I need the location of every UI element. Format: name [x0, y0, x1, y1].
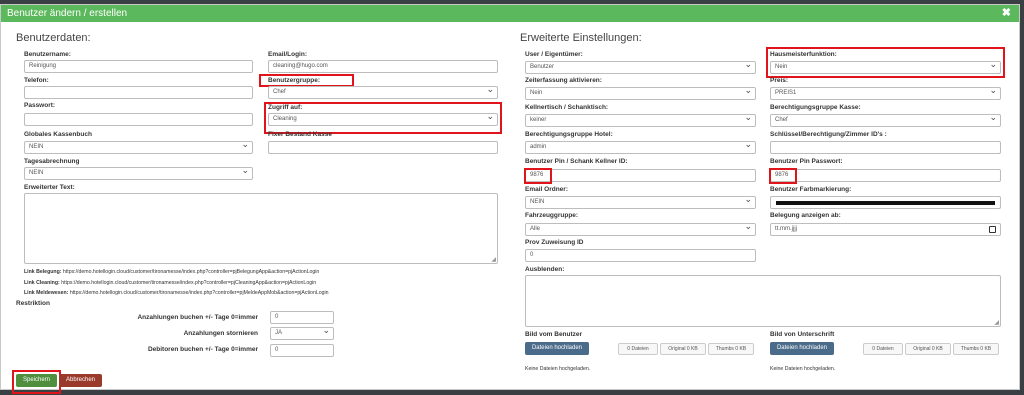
belegung-date-input[interactable]: tt.mm.jjjj: [770, 223, 1001, 236]
preis-select[interactable]: PREIS1: [770, 87, 1001, 100]
zeiterfassung-label: Zeiterfassung aktivieren:: [525, 77, 602, 84]
kellnertisch-select[interactable]: keiner: [525, 114, 756, 127]
stat-dateien-benutzer: 0 Dateien: [618, 343, 658, 355]
link-meldewesen-name: Link Meldewesen:: [24, 290, 69, 296]
link-cleaning-name: Link Cleaning:: [24, 280, 60, 286]
upload-unterschrift-button[interactable]: Dateien hochladen: [770, 342, 834, 355]
ausblenden-area[interactable]: ◢: [525, 275, 1001, 327]
erweiterter-text-label: Erweiterter Text:: [24, 184, 75, 191]
fixer-bestand-input[interactable]: [268, 141, 498, 154]
pin-label: Benutzer Pin / Schank Kellner ID:: [525, 158, 628, 165]
debitoren-input[interactable]: 0: [270, 344, 334, 357]
hausmeister-label: Hausmeisterfunktion:: [770, 51, 837, 58]
zugriff-select[interactable]: Cleaning: [268, 113, 498, 126]
link-cleaning-url[interactable]: https://demo.hotellogin.cloud/customer/t…: [61, 280, 316, 286]
zeiterfassung-select[interactable]: Nein: [525, 87, 756, 100]
farbmarkierung-input[interactable]: [770, 196, 1001, 209]
upload-benutzer-button[interactable]: Dateien hochladen: [525, 342, 589, 355]
globales-kassenbuch-label: Globales Kassenbuch: [24, 131, 92, 138]
calendar-icon[interactable]: [989, 226, 996, 233]
bild-unterschrift-label: Bild von Unterschrift: [770, 331, 835, 338]
kellnertisch-label: Kellnertisch / Schanktisch:: [525, 104, 609, 111]
erweiterter-text-area[interactable]: ◢: [24, 193, 498, 264]
email-ordner-label: Email Ordner:: [525, 186, 568, 193]
highlight-pin-passwort: [769, 168, 797, 184]
tagesabrechnung-label: Tagesabrechnung: [24, 158, 80, 165]
pin-passwort-label: Benutzer Pin Passwort:: [770, 158, 843, 165]
passwort-input[interactable]: [24, 113, 253, 126]
email-ordner-select[interactable]: NEIN: [525, 196, 756, 209]
schluessel-label: Schlüssel/Berechtigung/Zimmer ID's :: [770, 131, 887, 138]
section-title-erweiterte: Erweiterte Einstellungen:: [520, 32, 642, 44]
telefon-label: Telefon:: [24, 77, 49, 84]
berechtigung-kasse-select[interactable]: Chef: [770, 114, 1001, 127]
benutzername-input[interactable]: Reinigung: [24, 60, 253, 73]
stat-thumbs-unterschrift: Thumbs 0 KB: [953, 343, 999, 355]
pin-input[interactable]: 9876: [525, 169, 756, 182]
fahrzeuggruppe-select[interactable]: Alle: [525, 223, 756, 236]
highlight-pin: [524, 168, 552, 184]
resize-handle-icon[interactable]: ◢: [491, 256, 496, 263]
close-icon[interactable]: ✖: [1002, 5, 1011, 22]
link-belegung[interactable]: Link Belegung: https://demo.hotellogin.c…: [24, 269, 319, 275]
link-meldewesen-url[interactable]: https://demo.hotellogin.cloud/customer/t…: [70, 290, 329, 296]
debitoren-label: Debitoren buchen +/- Tage 0=immer: [147, 346, 258, 353]
link-belegung-name: Link Belegung:: [24, 269, 62, 275]
berechtigung-hotel-select[interactable]: admin: [525, 141, 756, 154]
hausmeister-select[interactable]: Nein: [770, 61, 1001, 74]
stat-dateien-unterschrift: 0 Dateien: [863, 343, 903, 355]
resize-handle-icon[interactable]: ◢: [994, 319, 999, 326]
fixer-bestand-label: Fixer Bestand Kasse: [268, 131, 332, 138]
berechtigung-hotel-label: Berechtigungsgruppe Hotel:: [525, 131, 613, 138]
section-title-benutzerdaten: Benutzerdaten:: [16, 32, 91, 44]
prov-input[interactable]: 0: [525, 249, 756, 262]
benutzergruppe-select[interactable]: Chef: [268, 86, 498, 99]
anzahlungen-stornieren-label: Anzahlungen stornieren: [183, 330, 258, 337]
keine-dateien-unterschrift: Keine Dateien hochgeladen.: [770, 366, 836, 372]
globales-kassenbuch-select[interactable]: NEIN: [24, 141, 253, 154]
berechtigung-kasse-label: Berechtigungsgruppe Kasse:: [770, 104, 861, 111]
farbmarkierung-swatch: [776, 201, 995, 205]
user-eigentuemer-label: User / Eigentümer:: [525, 51, 583, 58]
telefon-input[interactable]: [24, 86, 253, 99]
benutzername-label: Benutzername:: [24, 51, 71, 58]
stat-original-unterschrift: Original 0 KB: [905, 343, 951, 355]
fahrzeuggruppe-label: Fahrzeuggruppe:: [525, 212, 579, 219]
anzahlungen-stornieren-select[interactable]: JA: [270, 327, 334, 340]
bild-benutzer-label: Bild vom Benutzer: [525, 331, 583, 338]
schluessel-input[interactable]: [770, 141, 1001, 154]
cancel-button[interactable]: Abbrechen: [59, 374, 102, 387]
modal-titlebar: Benutzer ändern / erstellen ✖: [1, 5, 1019, 22]
belegung-date-value: tt.mm.jjjj: [775, 226, 797, 232]
stat-thumbs-benutzer: Thumbs 0 KB: [708, 343, 754, 355]
stat-original-benutzer: Original 0 KB: [660, 343, 706, 355]
passwort-label: Passwort:: [24, 102, 56, 109]
link-meldewesen[interactable]: Link Meldewesen: https://demo.hotellogin…: [24, 290, 329, 296]
prov-label: Prov Zuweisung ID: [525, 239, 584, 246]
link-belegung-url[interactable]: https://demo.hotellogin.cloud/customer/t…: [63, 269, 319, 275]
restriktion-label: Restriktion: [16, 300, 50, 307]
anzahlungen-buchen-input[interactable]: 0: [270, 311, 334, 324]
keine-dateien-benutzer: Keine Dateien hochgeladen.: [525, 366, 591, 372]
anzahlungen-buchen-label: Anzahlungen buchen +/- Tage 0=immer: [137, 314, 258, 321]
user-edit-modal: Benutzer ändern / erstellen ✖ Benutzerda…: [0, 4, 1020, 394]
email-label: Email/Login:: [268, 51, 307, 58]
farbmarkierung-label: Benutzer Farbmarkierung:: [770, 186, 852, 193]
ausblenden-label: Ausblenden:: [525, 266, 565, 273]
email-input[interactable]: cleaning@hugo.com: [268, 60, 498, 73]
save-button[interactable]: Speichern: [16, 374, 57, 387]
link-cleaning[interactable]: Link Cleaning: https://demo.hotellogin.c…: [24, 280, 316, 286]
user-eigentuemer-select[interactable]: Benutzer: [525, 61, 756, 74]
preis-label: Preis:: [770, 77, 789, 84]
modal-title: Benutzer ändern / erstellen: [7, 8, 128, 19]
pin-passwort-input[interactable]: 9876: [770, 169, 1001, 182]
belegung-label: Belegung anzeigen ab:: [770, 212, 841, 219]
tagesabrechnung-select[interactable]: NEIN: [24, 167, 253, 180]
